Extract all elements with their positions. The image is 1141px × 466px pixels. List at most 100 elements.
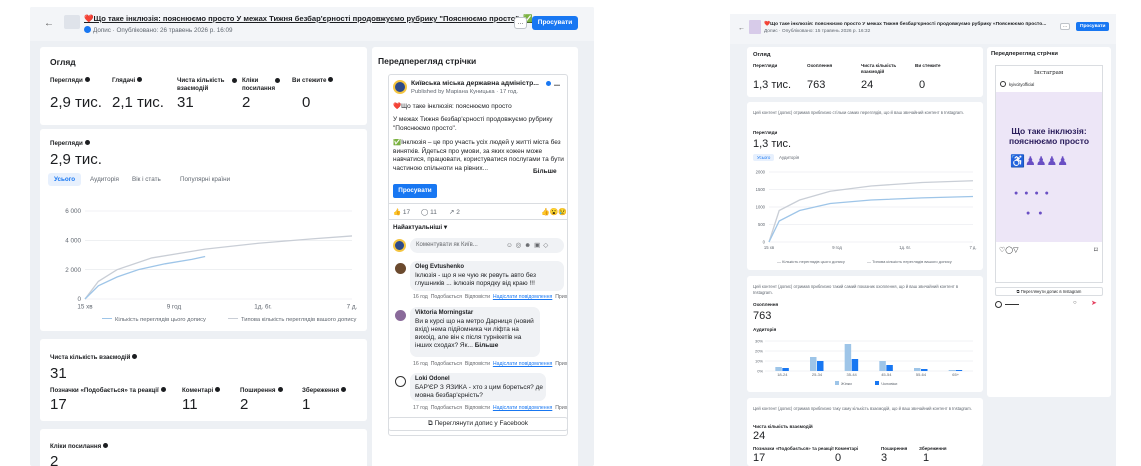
comment-input[interactable]: Коментувати як Київ... ☺◎☻▣◇ (410, 238, 564, 253)
commenter-avatar (393, 239, 406, 252)
link-clicks-label: Кліки посилання (50, 443, 109, 451)
views-label: Перегляди (50, 140, 90, 148)
y-tick-label: 1500 (756, 187, 766, 192)
preview-boost-button[interactable]: Просувати (393, 184, 437, 198)
x-tick-label: 15 хв (77, 303, 93, 310)
x-tick-label: 18-24 (777, 372, 788, 377)
ig-username[interactable]: kyivcityofficial (1009, 82, 1034, 87)
view-on-facebook-button[interactable]: ⧉ Переглянути допис у Facebook (388, 417, 568, 431)
emoji-icon[interactable]: ○ (1073, 300, 1077, 306)
view-on-instagram-button[interactable]: ⧉ Переглянути допис в Instagram (995, 287, 1103, 296)
emoji-icons[interactable]: ☺◎☻▣◇ (506, 241, 551, 249)
left-insights-window: ← ❤️Що таке інклюзія: пояснюємо просто У… (30, 7, 594, 466)
comment-count[interactable]: ◯ 11 (421, 208, 437, 216)
send-icon[interactable]: ➤ (1091, 299, 1097, 307)
reactions-value: 17 (753, 452, 766, 464)
bar-25-34-1 (817, 361, 824, 371)
views-note: Цей контент (допис) отримав приблизно ст… (753, 110, 964, 115)
ig-bookmark-icon[interactable]: ⌑ (1094, 246, 1098, 254)
metric-value-follows: 0 (302, 94, 311, 111)
post-title[interactable]: ❤️Що таке інклюзія: пояснюємо просто У м… (84, 14, 533, 23)
avatar-oleg (395, 263, 406, 274)
tab-total[interactable]: Усього (48, 173, 82, 186)
more-options-button[interactable]: ... (514, 17, 527, 29)
boost-button[interactable]: Просувати (532, 16, 578, 30)
info-icon (328, 77, 334, 82)
metric-value-follows: 0 (919, 79, 926, 91)
comment-author[interactable]: Oleg Evtushenko (415, 264, 464, 270)
chevron-down-icon: ▾ (443, 224, 448, 231)
info-icon (84, 140, 90, 145)
post-line-1: ❤️Що таке інклюзія: пояснюємо просто (393, 103, 512, 110)
post-title[interactable]: ❤️Що таке інклюзія: пояснюємо просто У м… (764, 21, 1046, 27)
metric-label-link-clicks: Кліки посилання (242, 77, 276, 92)
page-name[interactable]: Київська міська державна адміністр... (411, 80, 539, 87)
comments-label: Коментарі (182, 387, 221, 395)
comment-actions: 16 год Подобається Відповісти Надіслати … (413, 361, 568, 367)
feed-preview-card: Передперегляд стрічки Київська міська де… (372, 47, 578, 466)
x-tick-label: 25-34 (812, 372, 823, 377)
overview-card: Огляд Перегляди 2,9 тис. Глядачі 2,1 тис… (40, 47, 367, 125)
share-count[interactable]: ↗ 2 (449, 208, 460, 216)
shares-value: 2 (240, 396, 249, 413)
metric-value-views: 1,3 тис. (753, 79, 792, 91)
comment-actions: 16 год Подобається Відповісти Надіслати … (413, 294, 568, 300)
ig-preview-frame: Інстаграм kyivcityofficial Що таке інклю… (995, 65, 1103, 283)
comment-author[interactable]: Loki Odonel (415, 376, 450, 382)
comment-input-placeholder: Коментувати як Київ... (416, 242, 478, 248)
more-options-button[interactable]: ... (1060, 23, 1070, 30)
comment-text: БАР'ЄР З ЯЗИКА - хто з цим бореться? де … (415, 384, 544, 399)
link-clicks-card: Кліки посилання 2 (40, 429, 367, 466)
see-more-link[interactable]: Більше (531, 168, 557, 177)
comment-line[interactable] (1005, 304, 1019, 305)
y-tick-label: 0 (77, 296, 81, 303)
metric-label-viewers: Глядачі (112, 77, 143, 85)
back-arrow-icon[interactable]: ← (44, 18, 54, 29)
post-line-2: У межах Тижня безбар'єрності продовжуємо… (393, 116, 553, 132)
series-line (84, 235, 353, 300)
post-subtitle-text: Допис · Опубліковано: 26 травень 2026 р.… (93, 27, 233, 34)
published-by: Published by Маріана Куницька · 17 год. (411, 89, 518, 95)
bar-65+-1 (955, 370, 963, 371)
more-icon[interactable]: ••• (554, 83, 560, 89)
views-value: 2,9 тис. (50, 151, 102, 168)
tab-total[interactable]: Усього (753, 154, 775, 161)
comment-author[interactable]: Viktoria Morningstar (415, 310, 473, 316)
overview-card: Огляд Перегляди 1,3 тис. Охоплення 763 Ч… (747, 47, 983, 97)
x-tick-label: 1д. 6г. (899, 245, 911, 250)
boost-button[interactable]: Просувати (1076, 22, 1110, 31)
bar-55-64-0 (914, 368, 921, 371)
back-arrow-icon[interactable]: ← (738, 25, 745, 32)
shares-label: Поширення (240, 387, 283, 395)
x-tick-label: 55-64 (916, 372, 927, 377)
tab-age-gender[interactable]: Вік і стать (132, 176, 161, 183)
like-count[interactable]: 👍 17 (393, 208, 410, 216)
view-on-instagram-label: Переглянути допис в Instagram (1020, 289, 1082, 294)
sort-dropdown[interactable]: Найактуальніші ▾ (393, 224, 447, 231)
ig-header: Інстаграм (1034, 70, 1064, 76)
bar-18-24-0 (775, 367, 782, 371)
ig-poster: Що таке інклюзія: пояснюємо просто ♿♟♟♟♟… (996, 92, 1102, 242)
reach-note: Цей контент (допис) отримав приблизно та… (753, 284, 959, 295)
preview-title: Передперегляд стрічки (991, 51, 1058, 57)
external-link-icon: ⧉ (428, 420, 433, 427)
reactions-label: Позначки «Подобається» та реакції (50, 387, 166, 395)
info-icon (232, 78, 237, 83)
info-icon (341, 387, 347, 392)
tab-top-countries[interactable]: Популярні країни (180, 176, 230, 183)
comment-text: Ви в курсі що на метро Дарниця (новий вх… (415, 318, 534, 349)
reactions-value: 17 (50, 396, 67, 413)
saves-label: Збереження (919, 446, 947, 451)
ig-action-icons[interactable]: ♡◯▽ (999, 246, 1019, 254)
comment-text: Іклюзія - що я не чую як ревуть авто без… (415, 272, 536, 287)
legend-typical: Типова кількість переглядів вашого допис… (228, 317, 356, 323)
bar-35-44-0 (844, 344, 852, 371)
shares-label: Поширення (881, 446, 908, 451)
views-line-chart: 0 2 000 4 000 6 000 15 хв 9 год 1д. 6г. 7 д. (65, 208, 357, 310)
tab-audience[interactable]: Аудиторія (90, 176, 119, 183)
y-tick-label: 2 000 (65, 267, 81, 274)
tab-audience[interactable]: Аудиторія (779, 155, 799, 160)
post-thumbnail (749, 20, 761, 34)
info-icon (103, 443, 109, 448)
page-avatar (393, 80, 407, 94)
